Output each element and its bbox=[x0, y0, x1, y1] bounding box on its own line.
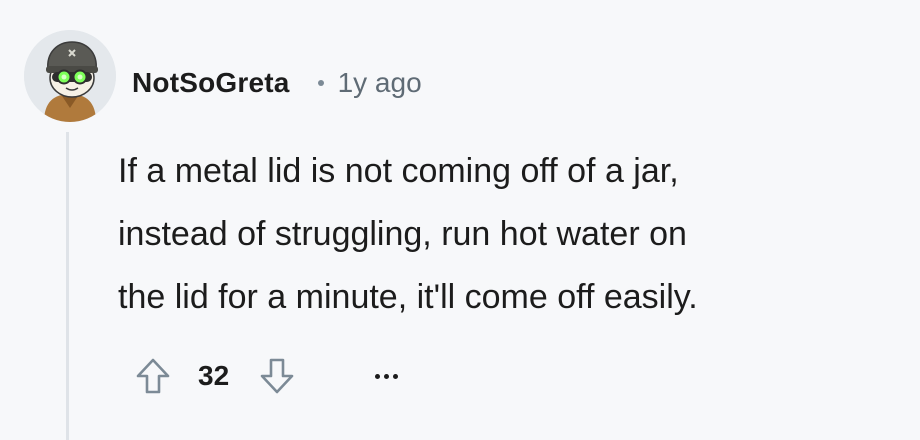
more-options-button[interactable] bbox=[368, 358, 404, 394]
timestamp[interactable]: 1y ago bbox=[338, 67, 422, 99]
ellipsis-dot bbox=[392, 373, 398, 379]
username-link[interactable]: NotSoGreta bbox=[132, 67, 290, 99]
avatar[interactable] bbox=[24, 30, 116, 122]
ellipsis-dot bbox=[383, 373, 389, 379]
comment-body: If a metal lid is not coming off of a ja… bbox=[118, 152, 698, 316]
comment-header: NotSoGreta 1y ago bbox=[132, 58, 422, 108]
downvote-button[interactable] bbox=[256, 355, 298, 397]
avatar-illustration bbox=[24, 30, 116, 122]
upvote-button[interactable] bbox=[132, 355, 174, 397]
arrow-up-outline-icon bbox=[136, 358, 170, 394]
ellipsis-horizontal-icon bbox=[374, 373, 380, 379]
thread-line[interactable] bbox=[66, 132, 69, 440]
comment-actions: 32 bbox=[132, 352, 404, 400]
separator-dot bbox=[317, 80, 324, 86]
vote-score: 32 bbox=[198, 360, 230, 391]
arrow-down-outline-icon bbox=[260, 358, 294, 394]
comment: NotSoGreta 1y ago If a metal lid is not … bbox=[0, 0, 920, 440]
